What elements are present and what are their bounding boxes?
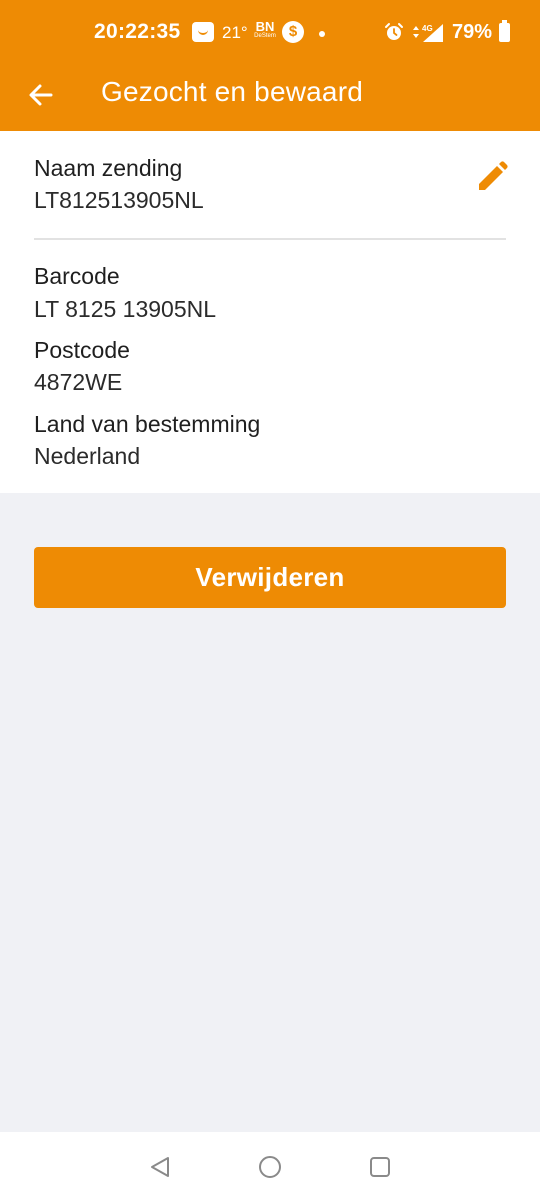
recents-square-icon[interactable] [367, 1154, 393, 1180]
arrow-left-icon[interactable] [24, 78, 58, 112]
battery-percent: 79% [452, 21, 493, 43]
status-time: 20:22:35 [94, 20, 181, 43]
bn-destem-icon: BN DeStem [252, 20, 278, 39]
status-temperature: 21° [222, 23, 248, 42]
destination-country-label: Land van bestemming [34, 411, 261, 437]
status-bar: 20:22:35 21° BN DeStem $ 4G 79% [0, 0, 540, 62]
shipment-details-card: Naam zending LT812513905NL Barcode LT 81… [0, 131, 540, 493]
system-navigation-bar [0, 1132, 540, 1200]
barcode-value: LT 8125 13905NL [34, 296, 217, 322]
barcode-label: Barcode [34, 263, 120, 289]
dot-icon [319, 31, 325, 37]
shipment-name-label: Naam zending [34, 155, 183, 181]
battery-icon [499, 20, 510, 42]
postcode-label: Postcode [34, 337, 130, 363]
page-title: Gezocht en bewaard [101, 76, 363, 107]
back-triangle-icon[interactable] [147, 1154, 173, 1180]
dollar-icon: $ [282, 21, 304, 43]
app-screen: 20:22:35 21° BN DeStem $ 4G 79% Gezocht … [0, 0, 540, 1200]
postcode-value: 4872WE [34, 369, 123, 395]
network-type: 4G [422, 24, 433, 33]
bn-destem-line2: DeStem [254, 33, 276, 39]
alarm-icon [385, 23, 403, 40]
destination-country-value: Nederland [34, 443, 141, 469]
pencil-icon[interactable] [474, 159, 510, 195]
delete-button[interactable]: Verwijderen [34, 547, 506, 608]
face-icon [192, 22, 214, 42]
network-icon: 4G [413, 24, 443, 42]
shipment-name-value: LT812513905NL [34, 187, 204, 213]
bn-destem-line1: BN [255, 19, 275, 34]
home-circle-icon[interactable] [257, 1154, 283, 1180]
divider [34, 238, 506, 240]
app-bar: Gezocht en bewaard [0, 62, 540, 131]
